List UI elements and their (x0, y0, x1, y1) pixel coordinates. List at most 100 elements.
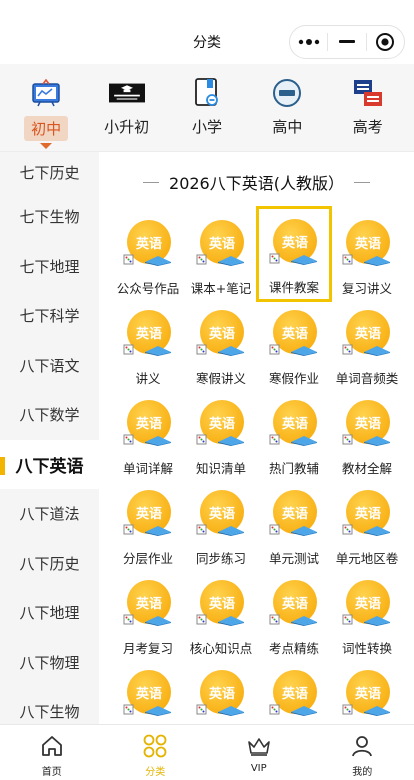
resource-card[interactable]: 英语 考点精练 (258, 572, 330, 662)
sidebar-item[interactable]: 七下科学 (0, 291, 99, 341)
badge-text: 英语 (208, 416, 235, 432)
dice-icon (196, 614, 207, 625)
tab-category[interactable]: 分类 (104, 725, 208, 780)
resource-label: 单词详解 (122, 461, 173, 476)
english-book-icon: 英语 (123, 670, 173, 720)
resource-card[interactable]: 英语 单词详解 (112, 392, 184, 482)
resource-card[interactable]: 英语 寒假作业 (258, 302, 330, 392)
sidebar-item[interactable]: 七下历史 (0, 152, 99, 192)
sidebar-item[interactable]: 八下物理 (0, 638, 99, 688)
bottom-tab-bar: 首页 分类 VIP 我的 (0, 724, 414, 780)
sidebar-item-label: 八下英语 (15, 456, 84, 477)
sidebar-item[interactable]: 八下历史 (0, 539, 99, 589)
badge-text: 英语 (208, 506, 235, 522)
resource-card[interactable]: 英语 复习讲义 (331, 212, 403, 302)
open-book-icon (218, 526, 244, 536)
english-book-icon: 英语 (123, 490, 173, 540)
resource-card[interactable]: 英语 词性转换 (331, 572, 403, 662)
sidebar-item[interactable]: 七下地理 (0, 242, 99, 292)
dice-icon (196, 434, 207, 445)
english-book-icon: 英语 (196, 490, 246, 540)
resource-card[interactable]: 英语 知识清单 (185, 392, 257, 482)
resource-card[interactable]: 英语 分层作业 (112, 482, 184, 572)
category-tab-gaokao[interactable]: 高考 (332, 64, 404, 151)
resource-card[interactable]: 英语 单元地区卷 (331, 482, 403, 572)
sidebar-item[interactable]: 八下地理 (0, 588, 99, 638)
sidebar-item-label: 八下物理 (19, 653, 80, 672)
badge-text: 英语 (281, 326, 308, 342)
category-tab-senior-high[interactable]: 高中 (251, 64, 323, 151)
resource-card[interactable]: 英语 热门教辅 (258, 392, 330, 482)
tab-label: 我的 (352, 767, 373, 778)
english-book-icon: 英语 (342, 580, 392, 630)
more-dots-icon[interactable] (290, 26, 327, 58)
tab-home[interactable]: 首页 (0, 725, 104, 780)
open-book-icon (364, 616, 390, 626)
resource-card[interactable]: 英语 月考复习 (112, 572, 184, 662)
dice-icon (123, 704, 134, 715)
english-book-icon: 英语 (196, 400, 246, 450)
badge-text: 英语 (354, 596, 381, 612)
resource-card[interactable]: 英语 (258, 662, 330, 724)
section-header: 2026八下英语(人教版） (99, 152, 414, 212)
dice-icon (196, 254, 207, 265)
open-book-icon (291, 526, 317, 536)
sidebar-item[interactable]: 八下数学 (0, 390, 99, 440)
resource-card[interactable]: 英语 (331, 662, 403, 724)
tab-profile[interactable]: 我的 (311, 725, 414, 780)
category-tab-junior-high[interactable]: 初中 (10, 64, 82, 151)
dice-icon (269, 344, 280, 355)
dice-icon (196, 344, 207, 355)
resource-card[interactable]: 英语 (112, 662, 184, 724)
tab-vip[interactable]: VIP (207, 725, 311, 780)
target-close-icon[interactable] (367, 26, 404, 58)
category-tab-primary-to-junior[interactable]: 小升初 (91, 64, 163, 151)
resource-label: 课件教案 (268, 280, 319, 295)
resource-card[interactable]: 英语 讲义 (112, 302, 184, 392)
sidebar-item-active[interactable]: 八下英语 (0, 439, 99, 489)
tab-label: 分类 (145, 767, 166, 778)
resource-card[interactable]: 英语 (185, 662, 257, 724)
sidebar-item[interactable]: 八下道法 (0, 489, 99, 539)
english-book-icon: 英语 (342, 310, 392, 360)
resource-card[interactable]: 英语 单元测试 (258, 482, 330, 572)
top-bar: 分类 (0, 0, 414, 64)
open-book-icon (364, 436, 390, 446)
category-tab-primary[interactable]: 小学 (171, 64, 243, 151)
sidebar-item[interactable]: 八下语文 (0, 341, 99, 391)
english-book-icon: 英语 (123, 220, 173, 270)
resource-card[interactable]: 英语 课本+笔记 (185, 212, 257, 302)
category-label: 高考 (352, 118, 383, 136)
resource-card[interactable]: 英语 单词音频类 (331, 302, 403, 392)
open-book-icon (291, 436, 317, 446)
graduation-banner-icon (108, 78, 145, 108)
resource-label: 讲义 (135, 371, 161, 386)
resource-card[interactable]: 英语 核心知识点 (185, 572, 257, 662)
resource-card[interactable]: 英语 寒假讲义 (185, 302, 257, 392)
sidebar-item-label: 七下地理 (19, 257, 80, 276)
sidebar-item[interactable]: 八下生物 (0, 687, 99, 724)
sidebar-item-label: 七下科学 (19, 307, 80, 326)
minimize-icon[interactable] (328, 26, 365, 58)
tab-label: 首页 (41, 767, 62, 778)
resource-card[interactable]: 英语 教材全解 (331, 392, 403, 482)
resource-card[interactable]: 英语 公众号作品 (112, 212, 184, 302)
resource-label: 公众号作品 (116, 281, 180, 296)
dice-icon (123, 254, 134, 265)
resource-card-selected[interactable]: 英语 课件教案 (256, 206, 332, 302)
resource-card[interactable]: 英语 同步练习 (185, 482, 257, 572)
open-book-icon (364, 346, 390, 356)
open-book-icon (291, 616, 317, 626)
subject-sidebar: 七下历史 七下生物 七下地理 七下科学 八下语文 八下数学 八下英语 八下道法 … (0, 152, 99, 724)
tab-label: VIP (250, 763, 267, 774)
sidebar-item-label: 八下地理 (19, 604, 80, 623)
badge-text: 英语 (354, 686, 381, 702)
sidebar-item[interactable]: 七下生物 (0, 192, 99, 242)
badge-text: 英语 (135, 686, 162, 702)
resource-label: 单元地区卷 (335, 551, 399, 566)
home-icon (38, 733, 66, 759)
english-book-icon: 英语 (196, 580, 246, 630)
open-book-icon (364, 526, 390, 536)
english-book-icon: 英语 (196, 670, 246, 720)
open-book-icon (145, 436, 171, 446)
